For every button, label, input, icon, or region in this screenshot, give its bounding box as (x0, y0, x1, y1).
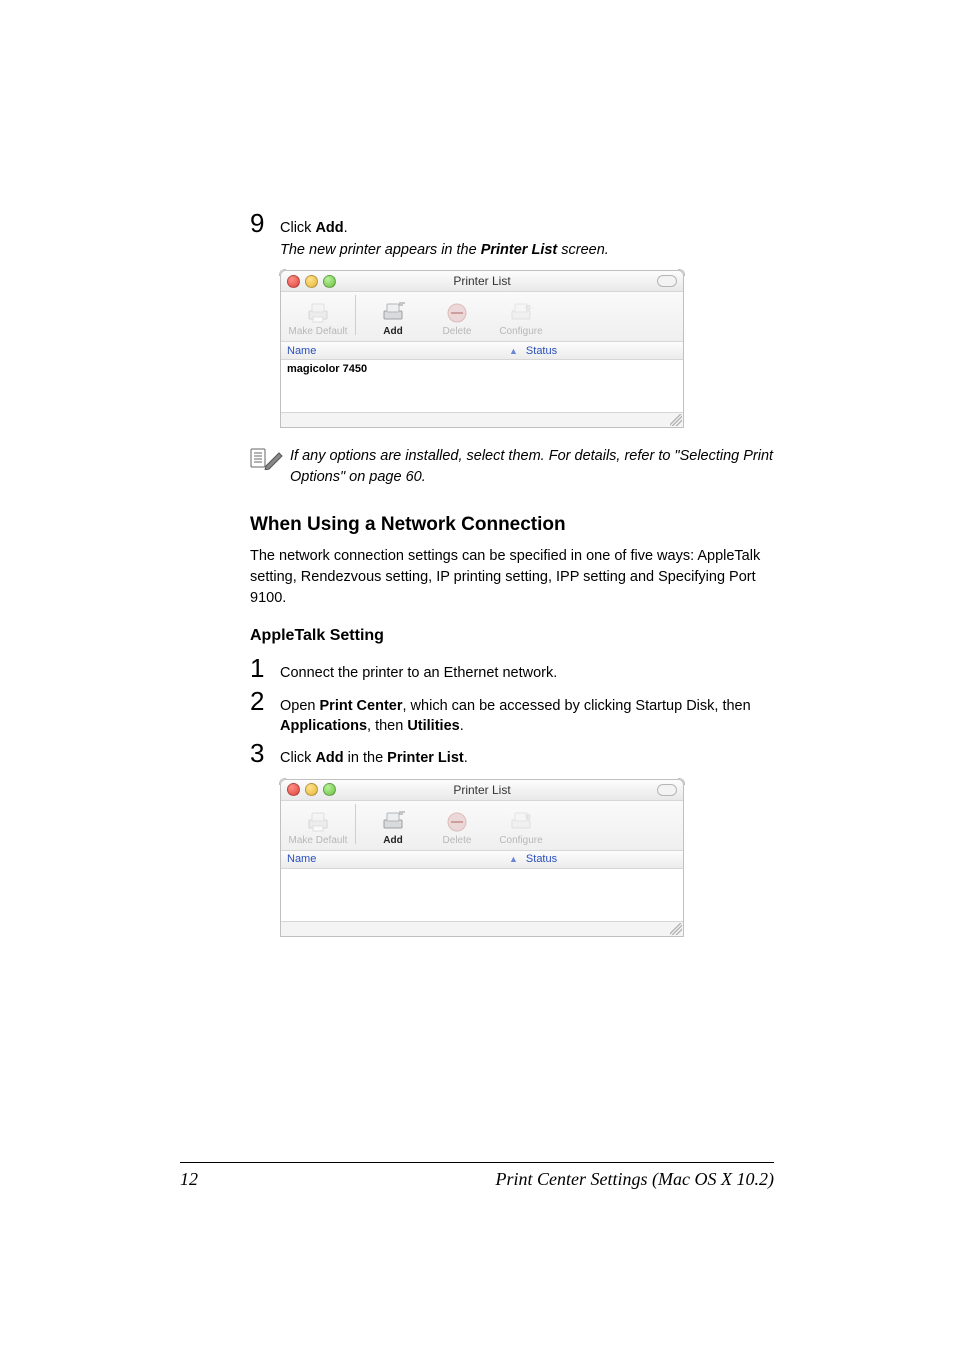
toolbar-label: Add (383, 835, 402, 846)
table-header[interactable]: Name ▲ Status (281, 851, 683, 869)
text: screen. (557, 242, 609, 258)
table-row[interactable]: magicolor 7450 (281, 360, 683, 378)
toolbar-label: Add (383, 326, 402, 337)
toolbar-label: Make Default (289, 326, 348, 337)
resize-handle-icon[interactable] (670, 923, 682, 935)
text: in the (344, 750, 388, 766)
column-status[interactable]: Status (526, 345, 677, 357)
printer-add-icon (379, 301, 407, 325)
configure-button: ⚙ Configure (490, 804, 552, 846)
text-bold: Add (315, 750, 343, 766)
heading-network-connection: When Using a Network Connection (250, 514, 774, 536)
svg-text:⚙: ⚙ (525, 304, 531, 312)
text-bold: Print Center (320, 698, 403, 714)
text-bold: Add (315, 220, 343, 236)
text-bold: Printer List (481, 242, 558, 258)
step-1-text: Connect the printer to an Ethernet netwo… (280, 663, 774, 683)
table-header[interactable]: Name ▲ Status (281, 342, 683, 360)
step-9-italic: The new printer appears in the Printer L… (280, 242, 774, 258)
sort-indicator-icon: ▲ (509, 854, 518, 864)
step-number-1: 1 (250, 655, 280, 681)
toolbar-label: Make Default (289, 835, 348, 846)
text: . (464, 750, 468, 766)
sort-indicator-icon: ▲ (509, 346, 518, 356)
paragraph: The network connection settings can be s… (250, 546, 774, 609)
printer-icon (304, 810, 332, 834)
text: , which can be accessed by clicking Star… (403, 698, 751, 714)
step-number-9: 9 (250, 210, 280, 236)
text-bold: Printer List (387, 750, 464, 766)
text: . (344, 220, 348, 236)
toolbar-label: Delete (443, 835, 472, 846)
window-title: Printer List (281, 274, 683, 288)
note-text: If any options are installed, select the… (290, 446, 774, 488)
make-default-button: Make Default (287, 295, 349, 337)
step-9-text: Click Add. (280, 218, 774, 238)
page-footer: 12 Print Center Settings (Mac OS X 10.2) (180, 1162, 774, 1190)
toolbar-label: Configure (499, 326, 542, 337)
add-button[interactable]: Add (362, 295, 424, 337)
printer-list-window-2: Printer List Make Default Add (280, 779, 684, 937)
svg-text:⚙: ⚙ (525, 813, 531, 821)
heading-appletalk: AppleTalk Setting (250, 627, 774, 645)
text: Click (280, 220, 315, 236)
text: Open (280, 698, 320, 714)
delete-button: Delete (426, 295, 488, 337)
text: Click (280, 750, 315, 766)
column-status[interactable]: Status (526, 853, 677, 865)
step-3-text: Click Add in the Printer List. (280, 748, 774, 768)
printer-icon (304, 301, 332, 325)
footer-title: Print Center Settings (Mac OS X 10.2) (496, 1169, 774, 1190)
step-number-3: 3 (250, 740, 280, 766)
column-name[interactable]: Name (287, 853, 509, 865)
resize-handle-icon[interactable] (670, 414, 682, 426)
delete-button: Delete (426, 804, 488, 846)
text: , then (367, 718, 407, 734)
delete-icon (443, 301, 471, 325)
make-default-button: Make Default (287, 804, 349, 846)
column-name[interactable]: Name (287, 345, 509, 357)
page-number: 12 (180, 1169, 198, 1190)
printer-add-icon (379, 810, 407, 834)
add-button[interactable]: Add (362, 804, 424, 846)
text-bold: Applications (280, 718, 367, 734)
step-number-2: 2 (250, 688, 280, 714)
text-bold: Utilities (407, 718, 459, 734)
delete-icon (443, 810, 471, 834)
text: The new printer appears in the (280, 242, 481, 258)
window-title: Printer List (281, 783, 683, 797)
configure-button: ⚙ Configure (490, 295, 552, 337)
text: . (460, 718, 464, 734)
configure-icon: ⚙ (507, 301, 535, 325)
toolbar-label: Configure (499, 835, 542, 846)
note-icon (250, 446, 290, 470)
step-2-text: Open Print Center, which can be accessed… (280, 696, 774, 737)
toolbar-label: Delete (443, 326, 472, 337)
configure-icon: ⚙ (507, 810, 535, 834)
printer-list-window-1: Printer List Make Default Add (280, 270, 684, 428)
